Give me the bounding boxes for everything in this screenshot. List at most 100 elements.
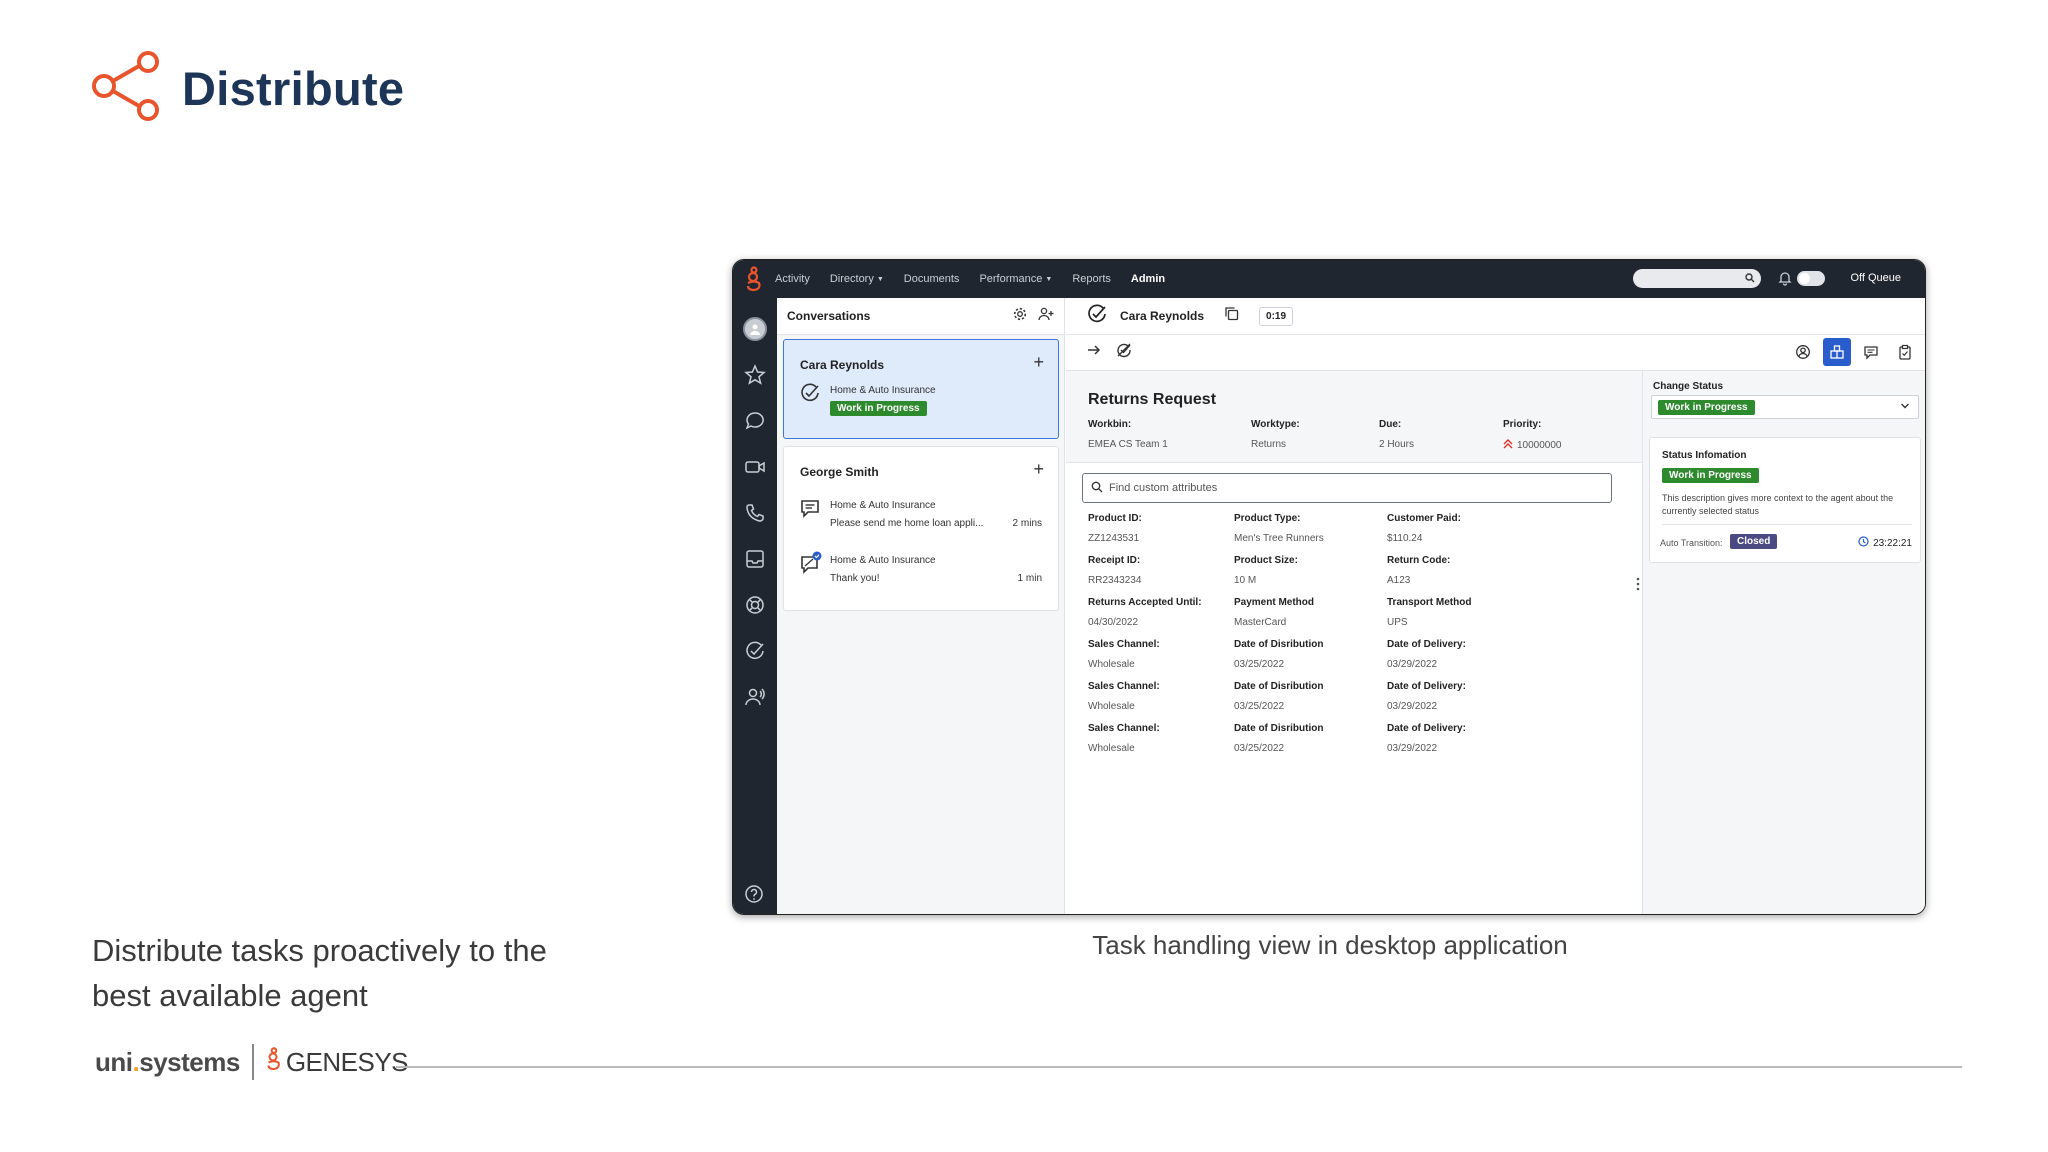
- phone-icon[interactable]: [733, 490, 777, 536]
- attribute-field: Date of Delivery: 03/29/2022: [1387, 723, 1466, 754]
- share-icon: [90, 50, 162, 127]
- attribute-field: Sales Channel: Wholesale: [1088, 681, 1160, 712]
- attribute-field: Sales Channel: Wholesale: [1088, 639, 1160, 670]
- list-item-message: Thank you!: [830, 573, 880, 584]
- status-info-card: Status Infomation Work in Progress This …: [1649, 437, 1921, 563]
- status-badge: Work in Progress: [1662, 468, 1759, 483]
- nav-item-performance[interactable]: Performance ▼: [979, 273, 1052, 285]
- auto-transition-label: Auto Transition:: [1660, 538, 1723, 548]
- more-options-icon[interactable]: [1635, 576, 1641, 597]
- status-badge: Work in Progress: [830, 401, 927, 416]
- video-icon[interactable]: [733, 444, 777, 490]
- action-toolbar: [1066, 335, 1925, 371]
- status-info-title: Status Infomation: [1662, 450, 1747, 461]
- task-check-icon: [799, 382, 821, 409]
- add-icon[interactable]: +: [1033, 459, 1044, 480]
- add-participant-icon[interactable]: [1038, 306, 1054, 327]
- conversation-name: George Smith: [800, 465, 879, 479]
- conversation-card-selected[interactable]: Cara Reynolds + Home & Auto Insurance Wo…: [783, 339, 1059, 439]
- meta-worktype: Worktype: Returns: [1251, 419, 1300, 450]
- slide: Distribute Activity Directory ▼ Documents Pe…: [0, 0, 2048, 1152]
- conversations-title: Conversations: [787, 309, 871, 323]
- attribute-field: Date of Disribution 03/25/2022: [1234, 723, 1324, 754]
- user-avatar[interactable]: [733, 306, 777, 352]
- meta-priority: Priority: 10000000: [1503, 419, 1562, 452]
- list-item-time: 1 min: [1017, 573, 1042, 584]
- conversations-header: Conversations: [777, 298, 1064, 335]
- task-main-area: Cara Reynolds 0:19 Returns Request Workb…: [1066, 298, 1925, 914]
- footer-rule: [396, 1066, 1962, 1068]
- status-dropdown[interactable]: Work in Progress: [1651, 395, 1919, 419]
- copy-icon[interactable]: [1224, 306, 1239, 326]
- attribute-field: Returns Accepted Until: 04/30/2022: [1088, 597, 1202, 628]
- caret-down-icon: ▼: [876, 275, 884, 283]
- task-title: Returns Request: [1088, 391, 1217, 408]
- attribute-field: Date of Disribution 03/25/2022: [1234, 681, 1324, 712]
- chat-icon[interactable]: [733, 398, 777, 444]
- profile-icon[interactable]: [1789, 338, 1817, 366]
- conversation-card[interactable]: George Smith + Home & Auto Insurance Ple…: [783, 446, 1059, 611]
- nav-item-activity[interactable]: Activity: [775, 273, 810, 285]
- slide-title: Distribute: [182, 62, 405, 115]
- task-check-icon: [1086, 303, 1108, 330]
- priority-high-icon: [1503, 439, 1513, 452]
- attribute-field: Product ID: ZZ1243531: [1088, 513, 1142, 544]
- comment-icon[interactable]: [1857, 338, 1885, 366]
- nav-item-admin[interactable]: Admin: [1131, 273, 1165, 285]
- interaction-header: Cara Reynolds 0:19: [1066, 298, 1925, 335]
- search-icon: [1091, 481, 1103, 496]
- workitem-details-icon[interactable]: [1823, 338, 1851, 366]
- slide-header: Distribute: [90, 50, 404, 127]
- brand-separator: [251, 1044, 254, 1080]
- desktop-app-window: Activity Directory ▼ Documents Performance ▼ R…: [732, 259, 1926, 915]
- nav-item-reports[interactable]: Reports: [1072, 273, 1111, 285]
- task-check-icon[interactable]: [733, 628, 777, 674]
- attribute-field: Sales Channel: Wholesale: [1088, 723, 1160, 754]
- attribute-field: Product Size: 10 M: [1234, 555, 1298, 586]
- transfer-arrow-icon[interactable]: [1086, 342, 1102, 363]
- clipboard-icon[interactable]: [1891, 338, 1919, 366]
- help-icon[interactable]: [743, 883, 765, 910]
- contacts-icon[interactable]: [733, 674, 777, 720]
- screenshot-caption: Task handling view in desktop applicatio…: [1092, 930, 1568, 960]
- genesys-mark-icon: [266, 1046, 282, 1078]
- chat-verified-icon: [799, 551, 823, 580]
- global-search-input[interactable]: [1633, 269, 1761, 288]
- nav-item-documents[interactable]: Documents: [904, 273, 960, 285]
- add-icon[interactable]: +: [1033, 352, 1044, 373]
- star-icon[interactable]: [733, 352, 777, 398]
- attribute-search-input[interactable]: Find custom attributes: [1082, 473, 1612, 503]
- meta-workbin: Workbin: EMEA CS Team 1: [1088, 419, 1168, 450]
- change-status-label: Change Status: [1653, 381, 1724, 392]
- interaction-name: Cara Reynolds: [1120, 309, 1205, 323]
- unisystems-logo: uni.systems: [95, 1046, 240, 1077]
- list-item-queue: Home & Auto Insurance: [830, 500, 936, 511]
- inbox-icon[interactable]: [733, 536, 777, 582]
- genesys-logo-icon[interactable]: [733, 266, 775, 292]
- chevron-down-icon: [1900, 398, 1910, 416]
- attribute-field: Date of Delivery: 03/29/2022: [1387, 639, 1466, 670]
- caret-down-icon: ▼: [1045, 275, 1053, 283]
- nav-item-directory[interactable]: Directory ▼: [830, 273, 884, 285]
- message-icon: [799, 497, 821, 524]
- top-navigation-bar: Activity Directory ▼ Documents Performance ▼ R…: [733, 260, 1925, 298]
- gear-icon[interactable]: [1012, 306, 1028, 327]
- auto-transition-time: 23:22:21: [1858, 536, 1912, 550]
- disconnect-icon[interactable]: [1116, 342, 1132, 363]
- queue-toggle[interactable]: [1797, 271, 1825, 286]
- clock-icon: [1858, 536, 1869, 550]
- conversations-panel: Conversations Cara Reynolds + Home & Aut…: [777, 298, 1065, 914]
- attribute-search-placeholder: Find custom attributes: [1109, 482, 1218, 494]
- divider: [1662, 524, 1912, 525]
- left-rail: [733, 298, 777, 914]
- conversation-name: Cara Reynolds: [800, 358, 885, 372]
- slide-caption-left: Distribute tasks proactively to the best…: [92, 933, 547, 1013]
- search-icon: [1745, 270, 1755, 288]
- attribute-field: Transport Method UPS: [1387, 597, 1472, 628]
- lifebuoy-icon[interactable]: [733, 582, 777, 628]
- attribute-field: Date of Disribution 03/25/2022: [1234, 639, 1324, 670]
- bell-icon[interactable]: [1777, 270, 1793, 291]
- list-item-message: Please send me home loan appli...: [830, 518, 984, 529]
- task-summary: Returns Request Workbin: EMEA CS Team 1 …: [1066, 371, 1642, 463]
- nav-menu: Activity Directory ▼ Documents Performance ▼ R…: [775, 273, 1185, 285]
